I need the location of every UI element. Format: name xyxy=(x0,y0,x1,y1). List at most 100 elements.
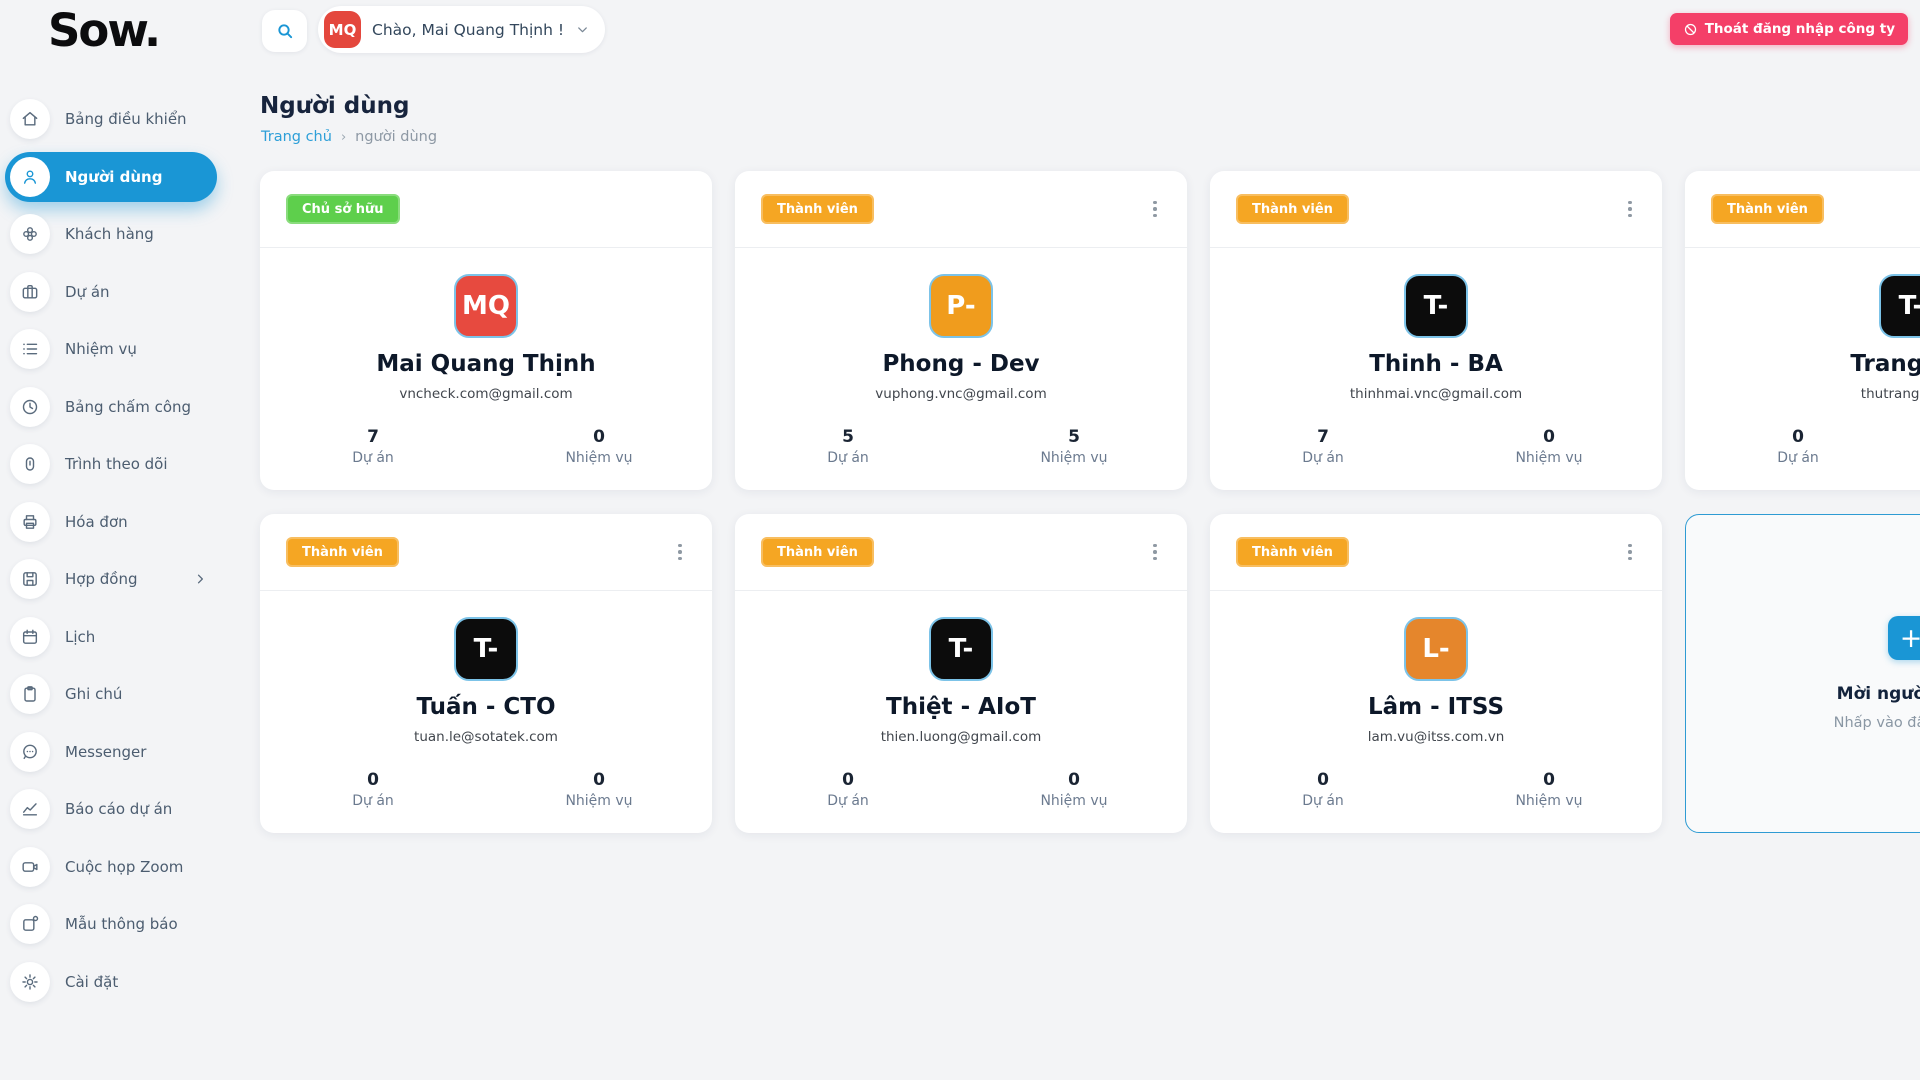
sidebar-item-messenger[interactable]: Messenger xyxy=(5,727,217,777)
sidebar-item-invoices[interactable]: Hóa đơn xyxy=(5,497,217,547)
projects-stat: 0Dự án xyxy=(260,770,486,809)
sidebar-item-projects[interactable]: Dự án xyxy=(5,267,217,317)
card-body: L-Lâm - ITSSlam.vu@itss.com.vn0Dự án0Nhi… xyxy=(1210,591,1662,833)
add-user-button[interactable]: + xyxy=(1888,616,1920,660)
user-email: thien.luong@gmail.com xyxy=(881,729,1042,745)
projects-label: Dự án xyxy=(1685,450,1911,466)
sidebar-item-label: Nhiệm vụ xyxy=(65,340,137,358)
user-avatar: T- xyxy=(929,617,993,681)
sidebar-item-zoom-meetings[interactable]: Cuộc họp Zoom xyxy=(5,842,217,892)
sidebar-item-label: Cuộc họp Zoom xyxy=(65,858,183,876)
sidebar-item-label: Trình theo dõi xyxy=(65,455,168,473)
user-name: Trang - M xyxy=(1850,351,1920,377)
user-stats: 0Dự án0 Nhiệm vụ xyxy=(1685,427,1920,466)
sidebar-item-settings[interactable]: Cài đặt xyxy=(5,957,217,1007)
card-body: P-Phong - Devvuphong.vnc@gmail.com5Dự án… xyxy=(735,248,1187,490)
sidebar-item-tasks[interactable]: Nhiệm vụ xyxy=(5,324,217,374)
tasks-count: 0 xyxy=(1911,427,1920,447)
projects-count: 0 xyxy=(735,770,961,790)
user-avatar: MQ xyxy=(324,11,361,48)
user-name: Mai Quang Thịnh xyxy=(376,351,595,377)
breadcrumb-home-link[interactable]: Trang chủ xyxy=(261,129,332,145)
sidebar-item-notes[interactable]: Ghi chú xyxy=(5,669,217,719)
user-avatar: T- xyxy=(1404,274,1468,338)
user-avatar: P- xyxy=(929,274,993,338)
user-stats: 0Dự án0Nhiệm vụ xyxy=(260,770,712,809)
projects-label: Dự án xyxy=(735,450,961,466)
card-header: Thành viên xyxy=(735,514,1187,591)
user-stats: 5Dự án5Nhiệm vụ xyxy=(735,427,1187,466)
card-header: Chủ sở hữu xyxy=(260,171,712,248)
projects-stat: 0Dự án xyxy=(1685,427,1911,466)
tasks-label: Nhiệm vụ xyxy=(1436,793,1662,809)
sidebar-item-label: Lịch xyxy=(65,628,95,646)
card-body: T-Tuấn - CTOtuan.le@sotatek.com0Dự án0Nh… xyxy=(260,591,712,833)
projects-stat: 7Dự án xyxy=(1210,427,1436,466)
role-badge: Thành viên xyxy=(1236,537,1349,567)
user-name: Phong - Dev xyxy=(882,351,1039,377)
sidebar-item-label: Bảng chấm công xyxy=(65,398,191,416)
projects-label: Dự án xyxy=(1210,450,1436,466)
card-menu-button[interactable] xyxy=(1626,540,1634,564)
role-badge: Thành viên xyxy=(286,537,399,567)
sidebar-item-calendar[interactable]: Lịch xyxy=(5,612,217,662)
card-body: T-Trang - Mthutrang.vnc@0Dự án0Nhiệm vụ xyxy=(1685,248,1920,490)
projects-label: Dự án xyxy=(735,793,961,809)
card-menu-button[interactable] xyxy=(676,540,684,564)
user-avatar: MQ xyxy=(454,274,518,338)
home-icon xyxy=(10,99,50,139)
user-menu[interactable]: MQ Chào, Mai Quang Thịnh ! xyxy=(318,6,605,53)
sidebar-item-contracts[interactable]: Hợp đồng xyxy=(5,554,217,604)
invite-user-card[interactable]: +Mời người dùngNhấp vào đây để mời xyxy=(1685,514,1920,833)
card-menu-button[interactable] xyxy=(1151,540,1159,564)
app-logo[interactable]: Sow. xyxy=(48,4,159,57)
sidebar-nav: Bảng điều khiển Người dùng Khách hàng Dự án… xyxy=(0,94,219,1014)
tasks-stat: 0 Nhiệm vụ xyxy=(486,427,712,466)
user-icon xyxy=(10,157,50,197)
logout-company-button[interactable]: Thoát đăng nhập công ty xyxy=(1670,13,1908,45)
card-menu-button[interactable] xyxy=(1151,197,1159,221)
user-card: Thành viên T- Thiệt - AIoT thien.luong@gmai… xyxy=(735,514,1187,833)
role-badge: Thành viên xyxy=(1236,194,1349,224)
user-avatar: L- xyxy=(1404,617,1468,681)
user-stats: 0Dự án0Nhiệm vụ xyxy=(735,770,1187,809)
tasks-label: Nhiệm vụ xyxy=(1436,450,1662,466)
customers-icon xyxy=(10,214,50,254)
sidebar-item-project-reports[interactable]: Báo cáo dự án xyxy=(5,784,217,834)
user-name: Tuấn - CTO xyxy=(416,694,555,720)
sidebar-item-timesheet[interactable]: Bảng chấm công xyxy=(5,382,217,432)
tracker-icon xyxy=(10,444,50,484)
chevron-down-icon xyxy=(575,22,590,37)
settings-icon xyxy=(10,962,50,1002)
user-card: Thành viênP-Phong - Devvuphong.vnc@gmail… xyxy=(735,171,1187,490)
user-stats: 0Dự án0 Nhiệm vụ xyxy=(1210,770,1662,809)
sidebar-item-dashboard[interactable]: Bảng điều khiển xyxy=(5,94,217,144)
projects-stat: 0 Dự án xyxy=(735,770,961,809)
sidebar-item-users[interactable]: Người dùng xyxy=(5,152,217,202)
sidebar-item-label: Bảng điều khiển xyxy=(65,110,187,128)
tasks-label: Nhiệm vụ xyxy=(486,450,712,466)
messenger-icon xyxy=(10,732,50,772)
tasks-label: Nhiệm vụ xyxy=(1911,450,1920,466)
search-button[interactable] xyxy=(262,10,307,52)
role-badge: Thành viên xyxy=(761,194,874,224)
sidebar-item-label: Ghi chú xyxy=(65,685,122,703)
card-header: Thành viên xyxy=(260,514,712,591)
breadcrumb-separator: › xyxy=(341,130,346,145)
sidebar-item-label: Cài đặt xyxy=(65,973,118,991)
user-stats: 7Dự án0Nhiệm vụ xyxy=(1210,427,1662,466)
sidebar-item-customers[interactable]: Khách hàng xyxy=(5,209,217,259)
tasks-stat: 0 Nhiệm vụ xyxy=(1436,770,1662,809)
card-menu-button[interactable] xyxy=(1626,197,1634,221)
sidebar-item-tracker[interactable]: Trình theo dõi xyxy=(5,439,217,489)
card-header: Thành viên xyxy=(1210,514,1662,591)
user-name: Thiệt - AIoT xyxy=(886,694,1036,720)
tasks-count: 0 xyxy=(486,427,712,447)
projects-label: Dự án xyxy=(1210,793,1436,809)
user-name: Lâm - ITSS xyxy=(1368,694,1504,720)
projects-label: Dự án xyxy=(260,450,486,466)
tasks-count: 0 xyxy=(1436,770,1662,790)
tasks-label: Nhiệm vụ xyxy=(961,450,1187,466)
tasks-stat: 0 Nhiệm vụ xyxy=(1911,427,1920,466)
sidebar-item-notification-templates[interactable]: Mẫu thông báo xyxy=(5,899,217,949)
